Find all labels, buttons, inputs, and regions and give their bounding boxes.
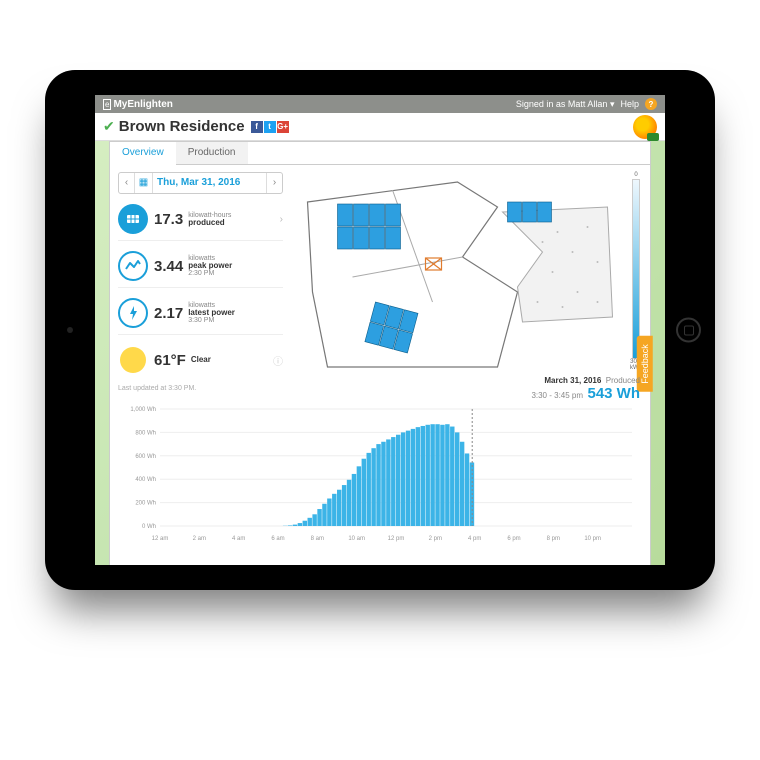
- svg-text:8 pm: 8 pm: [547, 536, 560, 542]
- app-topbar: e MyEnlighten Signed in as Matt Allan ▾ …: [95, 95, 665, 113]
- latest-icon: [118, 298, 148, 328]
- tooltip-produced-label: Produced: [606, 376, 640, 385]
- last-updated: Last updated at 3:30 PM.: [118, 385, 283, 392]
- calendar-icon[interactable]: ▦: [135, 173, 153, 193]
- svg-text:600 Wh: 600 Wh: [135, 454, 156, 460]
- svg-text:4 am: 4 am: [232, 536, 245, 542]
- scale-bar: [632, 179, 640, 359]
- stat-produced-value: 17.3: [154, 211, 183, 228]
- screen: e MyEnlighten Signed in as Matt Allan ▾ …: [95, 95, 665, 565]
- stats-column: ‹ ▦ Thu, Mar 31, 2016 › 17.3 kilowatt-ho…: [118, 172, 283, 392]
- tab-overview[interactable]: Overview: [110, 142, 176, 165]
- stat-peak-value: 3.44: [154, 258, 183, 275]
- site-titlebar: ✔ Brown Residence f t G+: [95, 113, 665, 141]
- svg-text:8 am: 8 am: [311, 536, 324, 542]
- stat-latest-value: 2.17: [154, 305, 183, 322]
- svg-text:10 am: 10 am: [348, 536, 365, 542]
- divider: [118, 334, 283, 335]
- facebook-icon[interactable]: f: [251, 121, 263, 133]
- svg-text:200 Wh: 200 Wh: [135, 501, 156, 507]
- stat-peak-label: peak power: [188, 262, 232, 270]
- svg-text:400 Wh: 400 Wh: [135, 477, 156, 483]
- stat-peak[interactable]: 3.44 kilowatts peak power 2:30 PM: [118, 251, 283, 281]
- stat-latest-time: 3:30 PM: [188, 317, 235, 324]
- camera-dot: [67, 327, 73, 333]
- sun-icon: [118, 345, 148, 375]
- googleplus-icon[interactable]: G+: [277, 121, 289, 133]
- svg-text:800 Wh: 800 Wh: [135, 430, 156, 436]
- stat-latest[interactable]: 2.17 kilowatts latest power 3:30 PM: [118, 298, 283, 328]
- twitter-icon[interactable]: t: [264, 121, 276, 133]
- scale-top: 0: [634, 172, 637, 179]
- date-display[interactable]: Thu, Mar 31, 2016: [153, 173, 266, 193]
- help-icon[interactable]: ?: [645, 98, 657, 110]
- date-prev-button[interactable]: ‹: [119, 173, 135, 193]
- svg-text:12 pm: 12 pm: [388, 536, 405, 542]
- solar-panel-icon: [118, 204, 148, 234]
- tabs: Overview Production: [110, 142, 650, 165]
- tab-body: ‹ ▦ Thu, Mar 31, 2016 › 17.3 kilowatt-ho…: [110, 166, 650, 565]
- tooltip-date: March 31, 2016: [544, 376, 601, 385]
- tab-production[interactable]: Production: [176, 142, 248, 164]
- chevron-down-icon: ▾: [610, 99, 615, 109]
- logo-e-icon: e: [103, 99, 111, 110]
- site-name: Brown Residence: [119, 118, 245, 135]
- divider: [118, 287, 283, 288]
- stat-weather-desc: Clear: [191, 356, 211, 364]
- installer-logo: [633, 115, 657, 139]
- svg-text:6 am: 6 am: [271, 536, 284, 542]
- svg-text:1,000 Wh: 1,000 Wh: [130, 407, 156, 413]
- svg-text:12 am: 12 am: [152, 536, 169, 542]
- svg-text:4 pm: 4 pm: [468, 536, 481, 542]
- status-ok-icon: ✔: [103, 118, 115, 135]
- stat-peak-time: 2:30 PM: [188, 270, 232, 277]
- tooltip-produced-value: 543 Wh: [587, 385, 640, 402]
- stat-weather-temp: 61°F: [154, 352, 186, 369]
- svg-text:0 Wh: 0 Wh: [142, 524, 156, 530]
- tablet-frame: e MyEnlighten Signed in as Matt Allan ▾ …: [45, 70, 715, 590]
- svg-text:6 pm: 6 pm: [507, 536, 520, 542]
- svg-text:2 pm: 2 pm: [429, 536, 442, 542]
- svg-text:2 am: 2 am: [193, 536, 206, 542]
- stat-produced-label: produced: [188, 219, 231, 227]
- stat-latest-label: latest power: [188, 309, 235, 317]
- chart-tooltip: March 31, 2016 Produced 3:30 - 3:45 pm 5…: [531, 376, 640, 402]
- home-button[interactable]: [676, 318, 701, 343]
- date-next-button[interactable]: ›: [266, 173, 282, 193]
- help-link[interactable]: Help: [620, 99, 639, 109]
- stat-weather[interactable]: 61°F Clear ⓘ: [118, 345, 283, 375]
- social-share: f t G+: [251, 121, 289, 133]
- signed-in-label[interactable]: Signed in as Matt Allan ▾: [516, 99, 615, 110]
- array-map[interactable]: [295, 172, 620, 372]
- svg-text:10 pm: 10 pm: [584, 536, 601, 542]
- divider: [118, 240, 283, 241]
- content-card: Overview Production ‹ ▦ Thu, Mar 31, 201…: [109, 141, 651, 565]
- production-chart[interactable]: 0 Wh 200 Wh 400 Wh 600 Wh 800 Wh 1,000 Wh 12 a…: [118, 404, 642, 544]
- chevron-right-icon: ›: [280, 214, 283, 225]
- info-icon[interactable]: ⓘ: [273, 353, 283, 368]
- date-picker: ‹ ▦ Thu, Mar 31, 2016 ›: [118, 172, 283, 194]
- stat-produced[interactable]: 17.3 kilowatt-hours produced ›: [118, 204, 283, 234]
- tooltip-range: 3:30 - 3:45 pm: [531, 391, 583, 400]
- peak-icon: [118, 251, 148, 281]
- brand-name: MyEnlighten: [113, 99, 172, 110]
